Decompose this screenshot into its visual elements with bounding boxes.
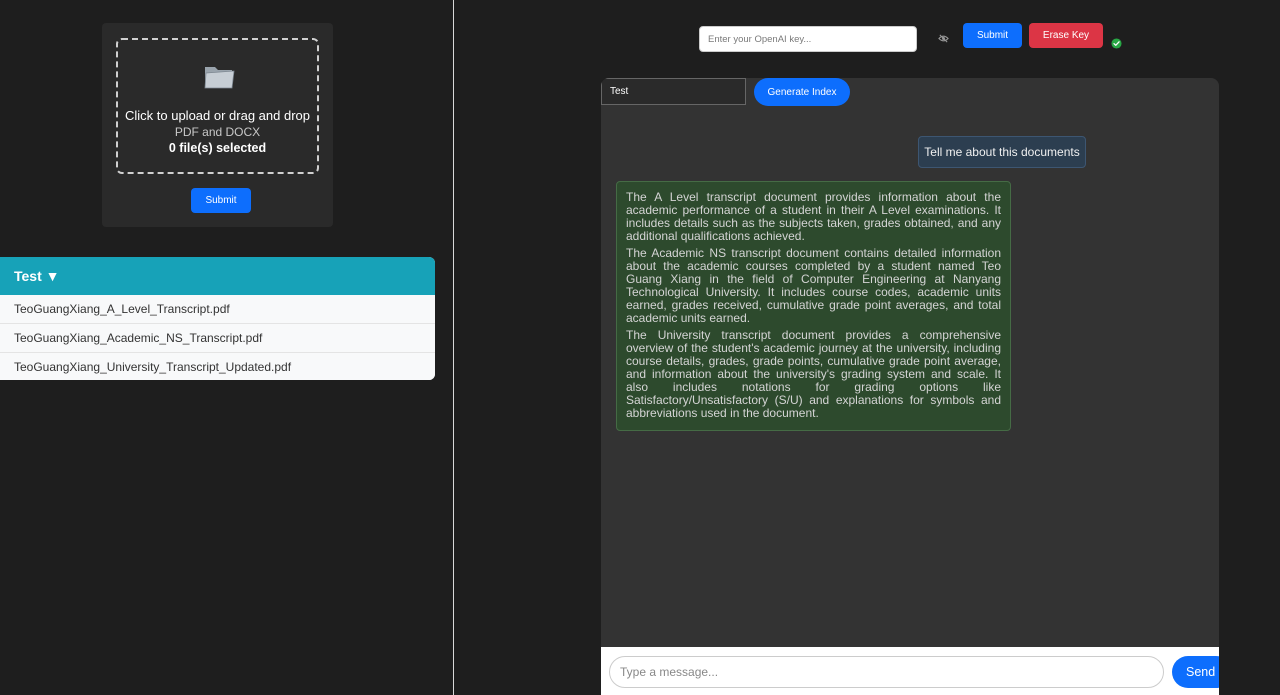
chat-panel: Generate Index Tell me about this docume…: [601, 78, 1219, 695]
upload-file-types: PDF and DOCX: [174, 125, 261, 139]
file-dropzone[interactable]: Click to upload or drag and drop PDF and…: [116, 38, 319, 174]
bot-message-paragraph: The Academic NS transcript document cont…: [626, 246, 1001, 325]
bot-message-paragraph: The University transcript document provi…: [626, 328, 1001, 420]
index-name-input[interactable]: [601, 78, 746, 105]
sidebar: Click to upload or drag and drop PDF and…: [0, 0, 454, 695]
bot-message-paragraph: The A Level transcript document provides…: [626, 190, 1001, 243]
user-message: Tell me about this documents: [918, 136, 1086, 168]
file-list-item[interactable]: TeoGuangXiang_Academic_NS_Transcript.pdf: [0, 324, 435, 353]
file-list-item[interactable]: TeoGuangXiang_University_Transcript_Upda…: [0, 353, 435, 380]
upload-file-count: 0 file(s) selected: [168, 141, 267, 155]
message-input[interactable]: [609, 656, 1164, 688]
upload-instruction: Click to upload or drag and drop: [124, 108, 310, 123]
folder-icon: [204, 67, 235, 89]
index-panel: Test ▼ TeoGuangXiang_A_Level_Transcript.…: [0, 257, 435, 380]
eye-off-icon[interactable]: [938, 33, 949, 44]
file-list-item[interactable]: TeoGuangXiang_A_Level_Transcript.pdf: [0, 295, 435, 324]
key-submit-button[interactable]: Submit: [963, 23, 1022, 48]
generate-index-button[interactable]: Generate Index: [754, 78, 850, 106]
message-input-bar: Send: [601, 647, 1219, 695]
bot-message: The A Level transcript document provides…: [616, 181, 1011, 431]
upload-card: Click to upload or drag and drop PDF and…: [102, 23, 333, 227]
upload-submit-button[interactable]: Submit: [191, 188, 251, 213]
erase-key-button[interactable]: Erase Key: [1029, 23, 1103, 48]
check-circle-icon: [1111, 38, 1122, 49]
index-dropdown-toggle[interactable]: Test ▼: [0, 257, 435, 295]
send-button[interactable]: Send: [1172, 656, 1219, 688]
openai-key-input[interactable]: [699, 26, 917, 52]
